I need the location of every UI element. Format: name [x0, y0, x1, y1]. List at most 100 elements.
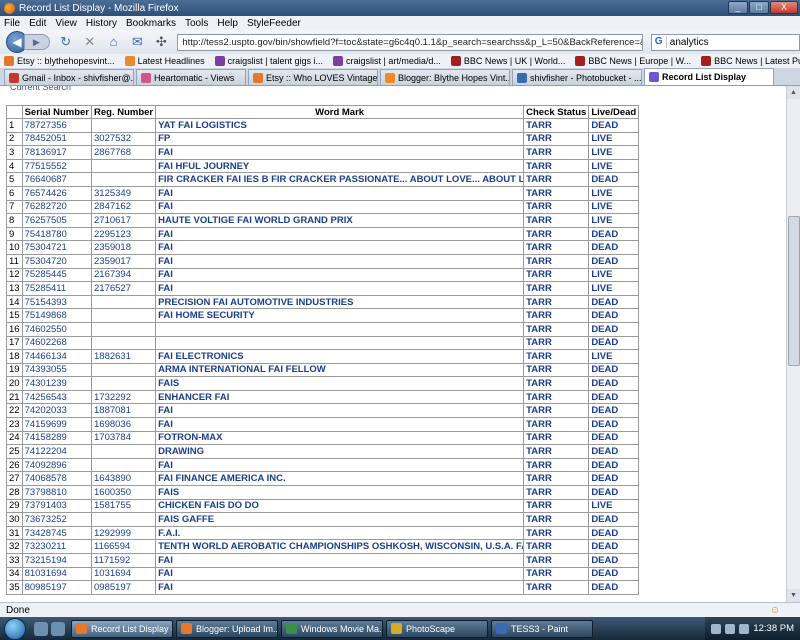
browser-tab[interactable]: Gmail - Inbox - shivfisher@... — [4, 69, 134, 85]
tarr-link[interactable]: TARR — [523, 349, 590, 364]
tarr-link[interactable]: TARR — [523, 321, 590, 337]
word-mark-link[interactable]: FAI ELECTRONICS — [155, 349, 525, 364]
menu-view[interactable]: View — [55, 18, 77, 29]
serial-number-link[interactable]: 75154393 — [21, 294, 93, 310]
word-mark-link[interactable]: ENHANCER FAI — [155, 389, 525, 405]
tarr-link[interactable]: TARR — [523, 335, 590, 351]
word-mark-link[interactable]: FAI — [155, 267, 525, 283]
reg-number-link[interactable]: 2867768 — [90, 145, 157, 160]
show-desktop-icon[interactable] — [34, 621, 48, 636]
serial-number-link[interactable]: 75304721 — [21, 240, 93, 255]
reg-number-link[interactable]: 2359018 — [90, 240, 157, 255]
serial-number-link[interactable]: 75304720 — [21, 253, 93, 269]
word-mark-link[interactable]: FAI — [155, 253, 525, 269]
word-mark-link[interactable]: FAIS GAFFE — [155, 512, 525, 527]
serial-number-link[interactable]: 73428745 — [21, 525, 93, 541]
serial-number-link[interactable]: 78727356 — [21, 118, 93, 133]
serial-number-link[interactable]: 73791403 — [21, 498, 93, 514]
minimize-button[interactable]: _ — [728, 1, 748, 14]
serial-number-link[interactable]: 77515552 — [21, 158, 93, 174]
tray-language-icon[interactable] — [711, 623, 722, 634]
tarr-link[interactable]: TARR — [523, 403, 590, 419]
serial-number-link[interactable]: 81031694 — [21, 566, 93, 582]
word-mark-link[interactable]: FAI FINANCE AMERICA INC. — [155, 471, 525, 487]
tarr-link[interactable]: TARR — [523, 430, 590, 446]
tarr-link[interactable]: TARR — [523, 457, 590, 473]
tarr-link[interactable]: TARR — [523, 566, 590, 582]
serial-number-link[interactable]: 74301239 — [21, 376, 93, 391]
reg-number-link[interactable]: 1887081 — [90, 403, 157, 419]
tarr-link[interactable]: TARR — [523, 444, 590, 459]
reg-number-link[interactable]: 1031694 — [90, 566, 157, 582]
word-mark-link[interactable]: FAI — [155, 199, 525, 215]
tarr-link[interactable]: TARR — [523, 294, 590, 310]
reg-number-link[interactable]: 3125349 — [90, 185, 157, 201]
serial-number-link[interactable]: 78452051 — [21, 131, 93, 147]
serial-number-link[interactable]: 74602268 — [21, 335, 93, 351]
serial-number-link[interactable]: 74393055 — [21, 362, 93, 378]
word-mark-link[interactable]: ARMA INTERNATIONAL FAI FELLOW — [155, 362, 525, 378]
start-button[interactable] — [4, 617, 26, 640]
word-mark-link[interactable]: YAT FAI LOGISTICS — [155, 118, 525, 133]
word-mark-link[interactable]: F.A.I. — [155, 525, 525, 541]
word-mark-link[interactable]: FAI — [155, 553, 525, 568]
taskbar-button[interactable]: TESS3 - Paint — [491, 619, 593, 638]
tarr-link[interactable]: TARR — [523, 362, 590, 378]
tarr-link[interactable]: TARR — [523, 185, 590, 201]
tarr-link[interactable]: TARR — [523, 539, 590, 554]
serial-number-link[interactable]: 80985197 — [21, 580, 93, 595]
reg-number-link[interactable]: 2176527 — [90, 281, 157, 296]
menu-stylefeeder[interactable]: StyleFeeder — [247, 18, 301, 29]
tarr-link[interactable]: TARR — [523, 553, 590, 568]
serial-number-link[interactable]: 74256543 — [21, 389, 93, 405]
reg-number-link[interactable]: 1732292 — [90, 389, 157, 405]
tarr-link[interactable]: TARR — [523, 131, 590, 147]
serial-number-link[interactable]: 75149868 — [21, 308, 93, 323]
tarr-link[interactable]: TARR — [523, 417, 590, 432]
url-bar[interactable]: http://tess2.uspto.gov/bin/showfield?f=t… — [177, 33, 643, 51]
serial-number-link[interactable]: 74159699 — [21, 417, 93, 432]
serial-number-link[interactable]: 74092896 — [21, 457, 93, 473]
word-mark-link[interactable]: FAIS — [155, 376, 525, 391]
reg-number-link[interactable]: 2167394 — [90, 267, 157, 283]
reg-number-link[interactable]: 1600350 — [90, 485, 157, 500]
reg-number-link[interactable]: 1703784 — [90, 430, 157, 446]
bookmark-item[interactable]: Latest Headlines — [124, 56, 205, 66]
browser-tab[interactable]: Etsy :: Who LOVES Vintage? — [248, 69, 378, 85]
bookmark-item[interactable]: Etsy :: blythehopesvint... — [4, 56, 115, 66]
serial-number-link[interactable]: 74068578 — [21, 471, 93, 487]
close-button[interactable]: X — [770, 1, 798, 14]
tarr-link[interactable]: TARR — [523, 308, 590, 323]
tarr-link[interactable]: TARR — [523, 267, 590, 283]
word-mark-link[interactable]: FAI — [155, 240, 525, 255]
tray-network-icon[interactable] — [725, 623, 736, 634]
tarr-link[interactable]: TARR — [523, 512, 590, 527]
reg-number-link[interactable]: 0985197 — [90, 580, 157, 595]
tray-volume-icon[interactable] — [739, 623, 750, 634]
reg-number-link[interactable]: 1698036 — [90, 417, 157, 432]
word-mark-link[interactable]: FAI HOME SECURITY — [155, 308, 525, 323]
serial-number-link[interactable]: 74122204 — [21, 444, 93, 459]
forward-button[interactable]: ▶ — [23, 34, 50, 50]
serial-number-link[interactable]: 75285411 — [21, 281, 93, 296]
vertical-scrollbar[interactable]: ▲ ▼ — [786, 86, 800, 602]
word-mark-link[interactable]: FAI HFUL JOURNEY — [155, 158, 525, 174]
menu-file[interactable]: File — [4, 18, 20, 29]
serial-number-link[interactable]: 74158289 — [21, 430, 93, 446]
tarr-link[interactable]: TARR — [523, 525, 590, 541]
serial-number-link[interactable]: 73215194 — [21, 553, 93, 568]
mail-icon[interactable]: ✉ — [130, 34, 146, 50]
reg-number-link[interactable]: 1171592 — [90, 553, 157, 568]
reload-icon[interactable]: ↻ — [58, 34, 74, 50]
tarr-link[interactable]: TARR — [523, 172, 590, 187]
scroll-thumb[interactable] — [788, 216, 800, 366]
word-mark-link[interactable]: FIR CRACKER FAI IES B FIR CRACKER PASSIO… — [155, 172, 525, 187]
serial-number-link[interactable]: 73798810 — [21, 485, 93, 500]
tarr-link[interactable]: TARR — [523, 580, 590, 595]
word-mark-link[interactable]: FOTRON-MAX — [155, 430, 525, 446]
bookmark-item[interactable]: BBC News | UK | World... — [450, 56, 565, 66]
tarr-link[interactable]: TARR — [523, 158, 590, 174]
word-mark-link[interactable]: FAI — [155, 417, 525, 432]
reg-number-link[interactable]: 2295123 — [90, 226, 157, 242]
menu-edit[interactable]: Edit — [29, 18, 46, 29]
